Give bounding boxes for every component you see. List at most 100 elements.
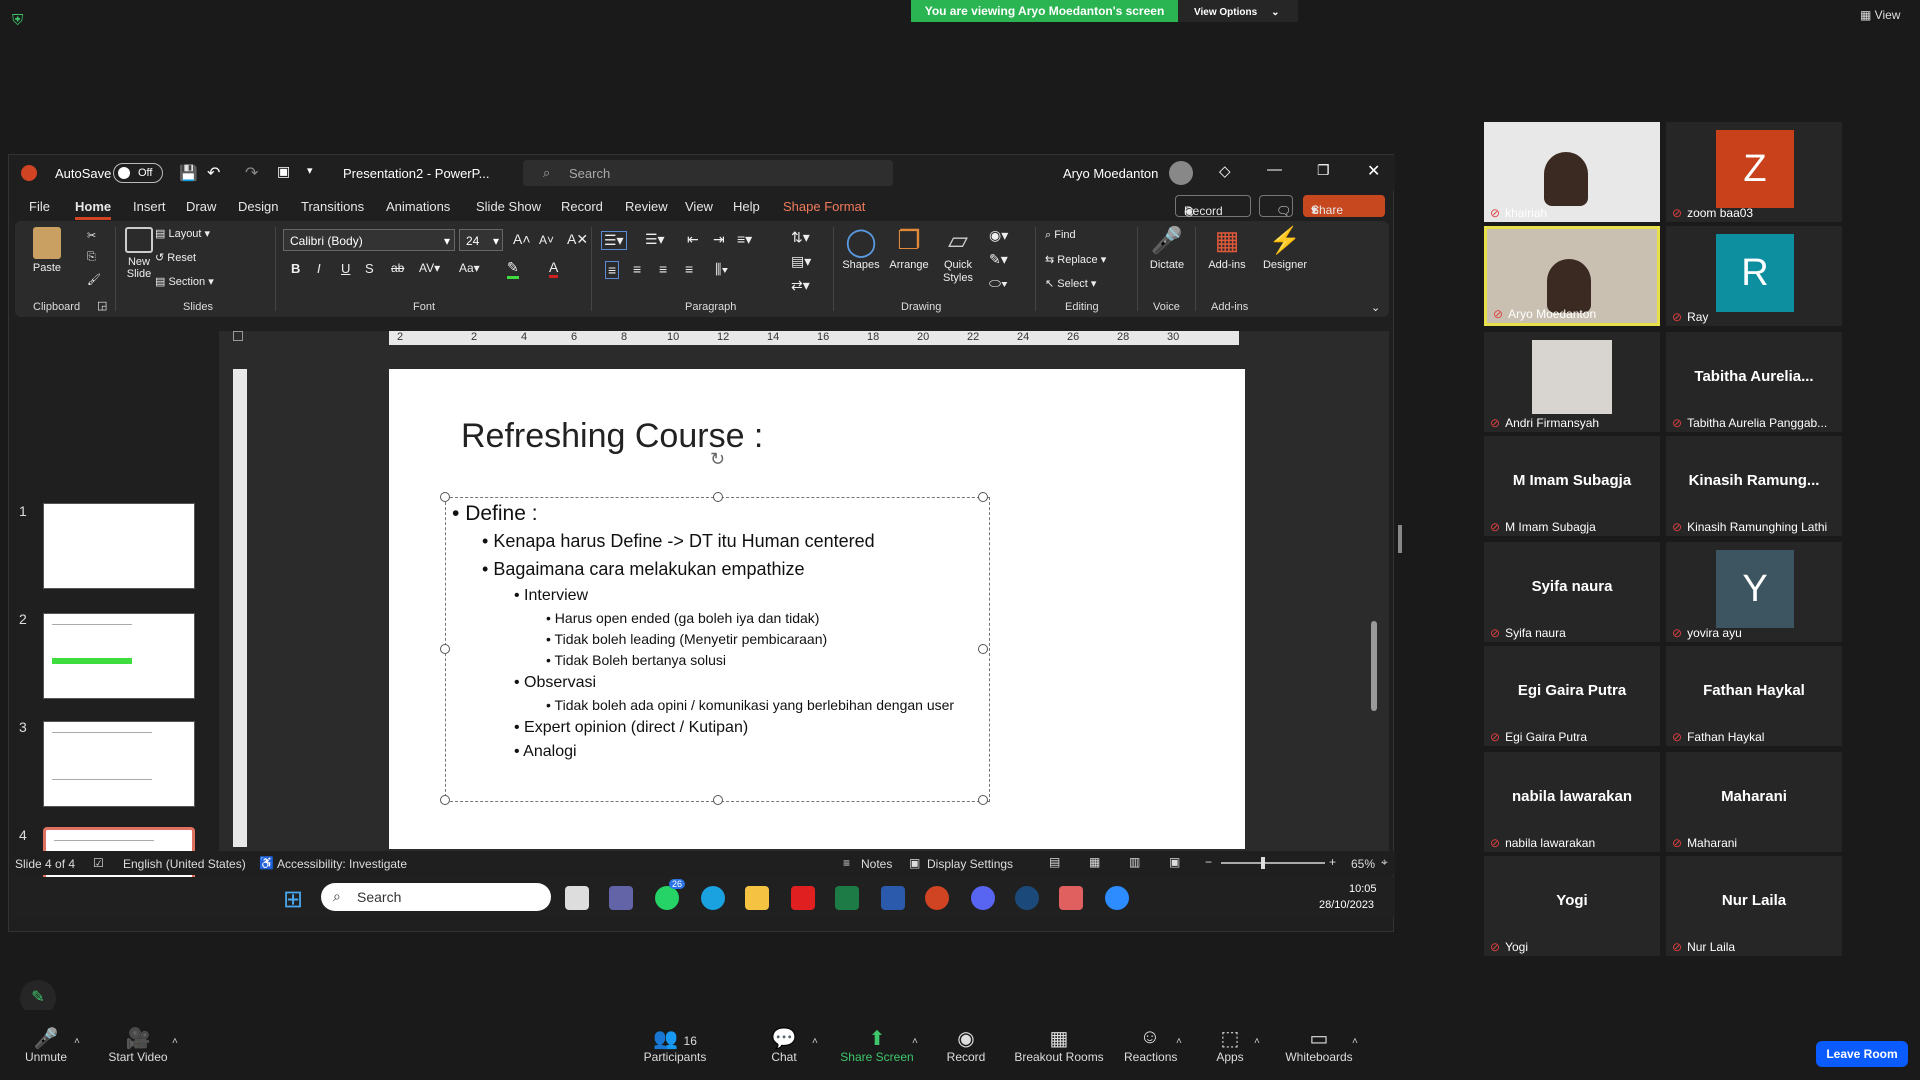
shape-effects-icon[interactable]: ⬭▾ [989, 275, 1008, 292]
resize-handle[interactable] [713, 795, 723, 805]
text-direction-icon[interactable]: ⇅▾ [791, 229, 810, 246]
new-slide-button[interactable]: New Slide [119, 227, 159, 280]
snipping-tool-icon[interactable] [1059, 886, 1083, 910]
zoom-level[interactable]: 65% [1351, 857, 1375, 871]
breakout-rooms-button[interactable]: ▦ Breakout Rooms [1014, 1026, 1104, 1064]
participant-tile[interactable]: Maharani ⊘ Maharani [1666, 752, 1842, 852]
spelling-icon[interactable]: ☑ [93, 856, 104, 870]
accessibility-status[interactable]: Accessibility: Investigate [277, 857, 407, 871]
language-label[interactable]: English (United States) [123, 857, 246, 871]
format-painter-icon[interactable]: 🖌 [87, 273, 101, 286]
avatar[interactable] [1169, 161, 1193, 185]
diamond-icon[interactable]: ◇ [1219, 162, 1231, 180]
find-button[interactable]: ⌕ Find [1045, 229, 1076, 242]
slide-thumbnail-3[interactable] [43, 721, 195, 807]
zoom-slider-thumb[interactable] [1261, 857, 1265, 869]
youtube-icon[interactable] [791, 886, 815, 910]
notes-button[interactable]: Notes [861, 857, 892, 871]
edge-icon[interactable] [701, 886, 725, 910]
tab-view[interactable]: View [685, 199, 713, 214]
participant-tile[interactable]: Kinasih Ramung... ⊘ Kinasih Ramunghing Lat… [1666, 436, 1842, 536]
participant-tile[interactable]: nabila lawarakan ⊘ nabila lawarakan [1484, 752, 1660, 852]
taskbar-search[interactable]: ⌕ Search [321, 883, 551, 911]
minimize-icon[interactable]: — [1267, 161, 1282, 178]
share-button[interactable]: ⇪ Share ▾ [1303, 195, 1385, 217]
record-button-zoom[interactable]: ◉ Record [946, 1026, 986, 1064]
chevron-up-icon[interactable]: ˄ [1254, 1036, 1260, 1047]
tab-transitions[interactable]: Transitions [301, 199, 364, 214]
clock-time[interactable]: 10:05 [1349, 883, 1377, 895]
gallery-resize-handle[interactable] [1398, 525, 1402, 553]
align-right-icon[interactable]: ≡ [659, 261, 667, 277]
whatsapp-icon[interactable] [655, 886, 679, 910]
layout-button[interactable]: ▤ Layout ▾ [155, 227, 210, 240]
teams-icon[interactable] [609, 886, 633, 910]
align-center-icon[interactable]: ≡ [633, 261, 641, 277]
tab-animations[interactable]: Animations [386, 199, 450, 214]
grow-font-icon[interactable]: A˄ [513, 231, 531, 247]
slide-thumbnail-1[interactable] [43, 503, 195, 589]
participant-tile[interactable]: Fathan Haykal ⊘ Fathan Haykal [1666, 646, 1842, 746]
close-icon[interactable]: ✕ [1367, 161, 1380, 181]
resize-handle[interactable] [440, 644, 450, 654]
autosave-toggle[interactable]: Off [113, 163, 163, 183]
tab-review[interactable]: Review [625, 199, 668, 214]
redo-icon[interactable]: ↷ [245, 163, 258, 183]
comments-button[interactable]: 🗨 [1259, 195, 1293, 218]
addins-button[interactable]: ▦ Add-ins [1203, 225, 1251, 271]
chevron-up-icon[interactable]: ˄ [1176, 1036, 1182, 1047]
steam-icon[interactable] [1015, 886, 1039, 910]
slide-sorter-icon[interactable]: ▦ [1089, 855, 1100, 869]
spacing-icon[interactable]: AV▾ [419, 261, 440, 275]
underline-icon[interactable]: U [341, 261, 350, 276]
font-size-select[interactable]: 24 ▾ [459, 229, 503, 251]
discord-icon[interactable] [971, 886, 995, 910]
zoom-in-icon[interactable]: + [1329, 855, 1336, 869]
bullets-icon[interactable]: ☰▾ [601, 231, 627, 250]
zoom-slider[interactable] [1221, 857, 1325, 869]
resize-handle[interactable] [440, 795, 450, 805]
shape-outline-icon[interactable]: ✎▾ [989, 251, 1008, 268]
slideshow-icon[interactable]: ▣ [1169, 855, 1180, 869]
tab-help[interactable]: Help [733, 199, 760, 214]
start-video-button[interactable]: 🎥 Start Video [106, 1026, 170, 1064]
scroll-thumb[interactable] [1371, 621, 1377, 711]
participant-tile[interactable]: ⊘ Andri Firmansyah [1484, 332, 1660, 432]
bold-icon[interactable]: B [291, 261, 300, 276]
replace-button[interactable]: ⇆ Replace ▾ [1045, 253, 1106, 266]
participant-tile[interactable]: Z ⊘ zoom baa03 [1666, 122, 1842, 222]
whiteboards-button[interactable]: ▭ Whiteboards [1284, 1026, 1354, 1064]
designer-button[interactable]: ⚡ Designer [1259, 225, 1311, 271]
smartart-icon[interactable]: ⇄▾ [791, 277, 810, 294]
tab-draw[interactable]: Draw [186, 199, 216, 214]
reset-button[interactable]: ↺ Reset [155, 251, 196, 264]
zoom-icon[interactable] [1105, 886, 1129, 910]
participant-tile[interactable]: Syifa naura ⊘ Syifa naura [1484, 542, 1660, 642]
windows-start-icon[interactable]: ⊞ [283, 885, 303, 914]
tab-slide-show[interactable]: Slide Show [476, 199, 541, 214]
slide-4[interactable]: Refreshing Course : ↻ • Define : • Kenap… [389, 369, 1245, 849]
tab-home[interactable]: Home [75, 199, 112, 220]
resize-handle[interactable] [978, 492, 988, 502]
chevron-up-icon[interactable]: ˄ [172, 1036, 178, 1047]
save-icon[interactable]: 💾 [179, 164, 198, 182]
numbering-icon[interactable]: ☰▾ [645, 231, 665, 248]
leave-room-button[interactable]: Leave Room [1816, 1041, 1908, 1067]
arrange-button[interactable]: ❐ Arrange [887, 225, 931, 271]
participant-tile[interactable]: Y ⊘ yovira ayu [1666, 542, 1842, 642]
cut-icon[interactable]: ✂ [87, 229, 96, 242]
slide-thumbnail-2[interactable] [43, 613, 195, 699]
powerpoint-icon[interactable] [925, 886, 949, 910]
increase-indent-icon[interactable]: ⇥ [713, 231, 725, 248]
vertical-scrollbar[interactable] [1369, 331, 1379, 847]
select-button[interactable]: ↖ Select ▾ [1045, 277, 1096, 290]
collapse-ribbon-icon[interactable]: ⌄ [1371, 301, 1380, 314]
share-screen-button[interactable]: ⬆ Share Screen [840, 1026, 914, 1064]
shapes-button[interactable]: ◯ Shapes [839, 225, 883, 271]
columns-icon[interactable]: ⫼▾ [715, 261, 728, 278]
chevron-up-icon[interactable]: ˄ [1352, 1036, 1358, 1047]
record-button[interactable]: ◉ Record [1175, 195, 1251, 218]
font-color-icon[interactable]: A [549, 259, 559, 278]
participant-tile[interactable]: R ⊘ Ray [1666, 226, 1842, 326]
tab-design[interactable]: Design [238, 199, 278, 214]
